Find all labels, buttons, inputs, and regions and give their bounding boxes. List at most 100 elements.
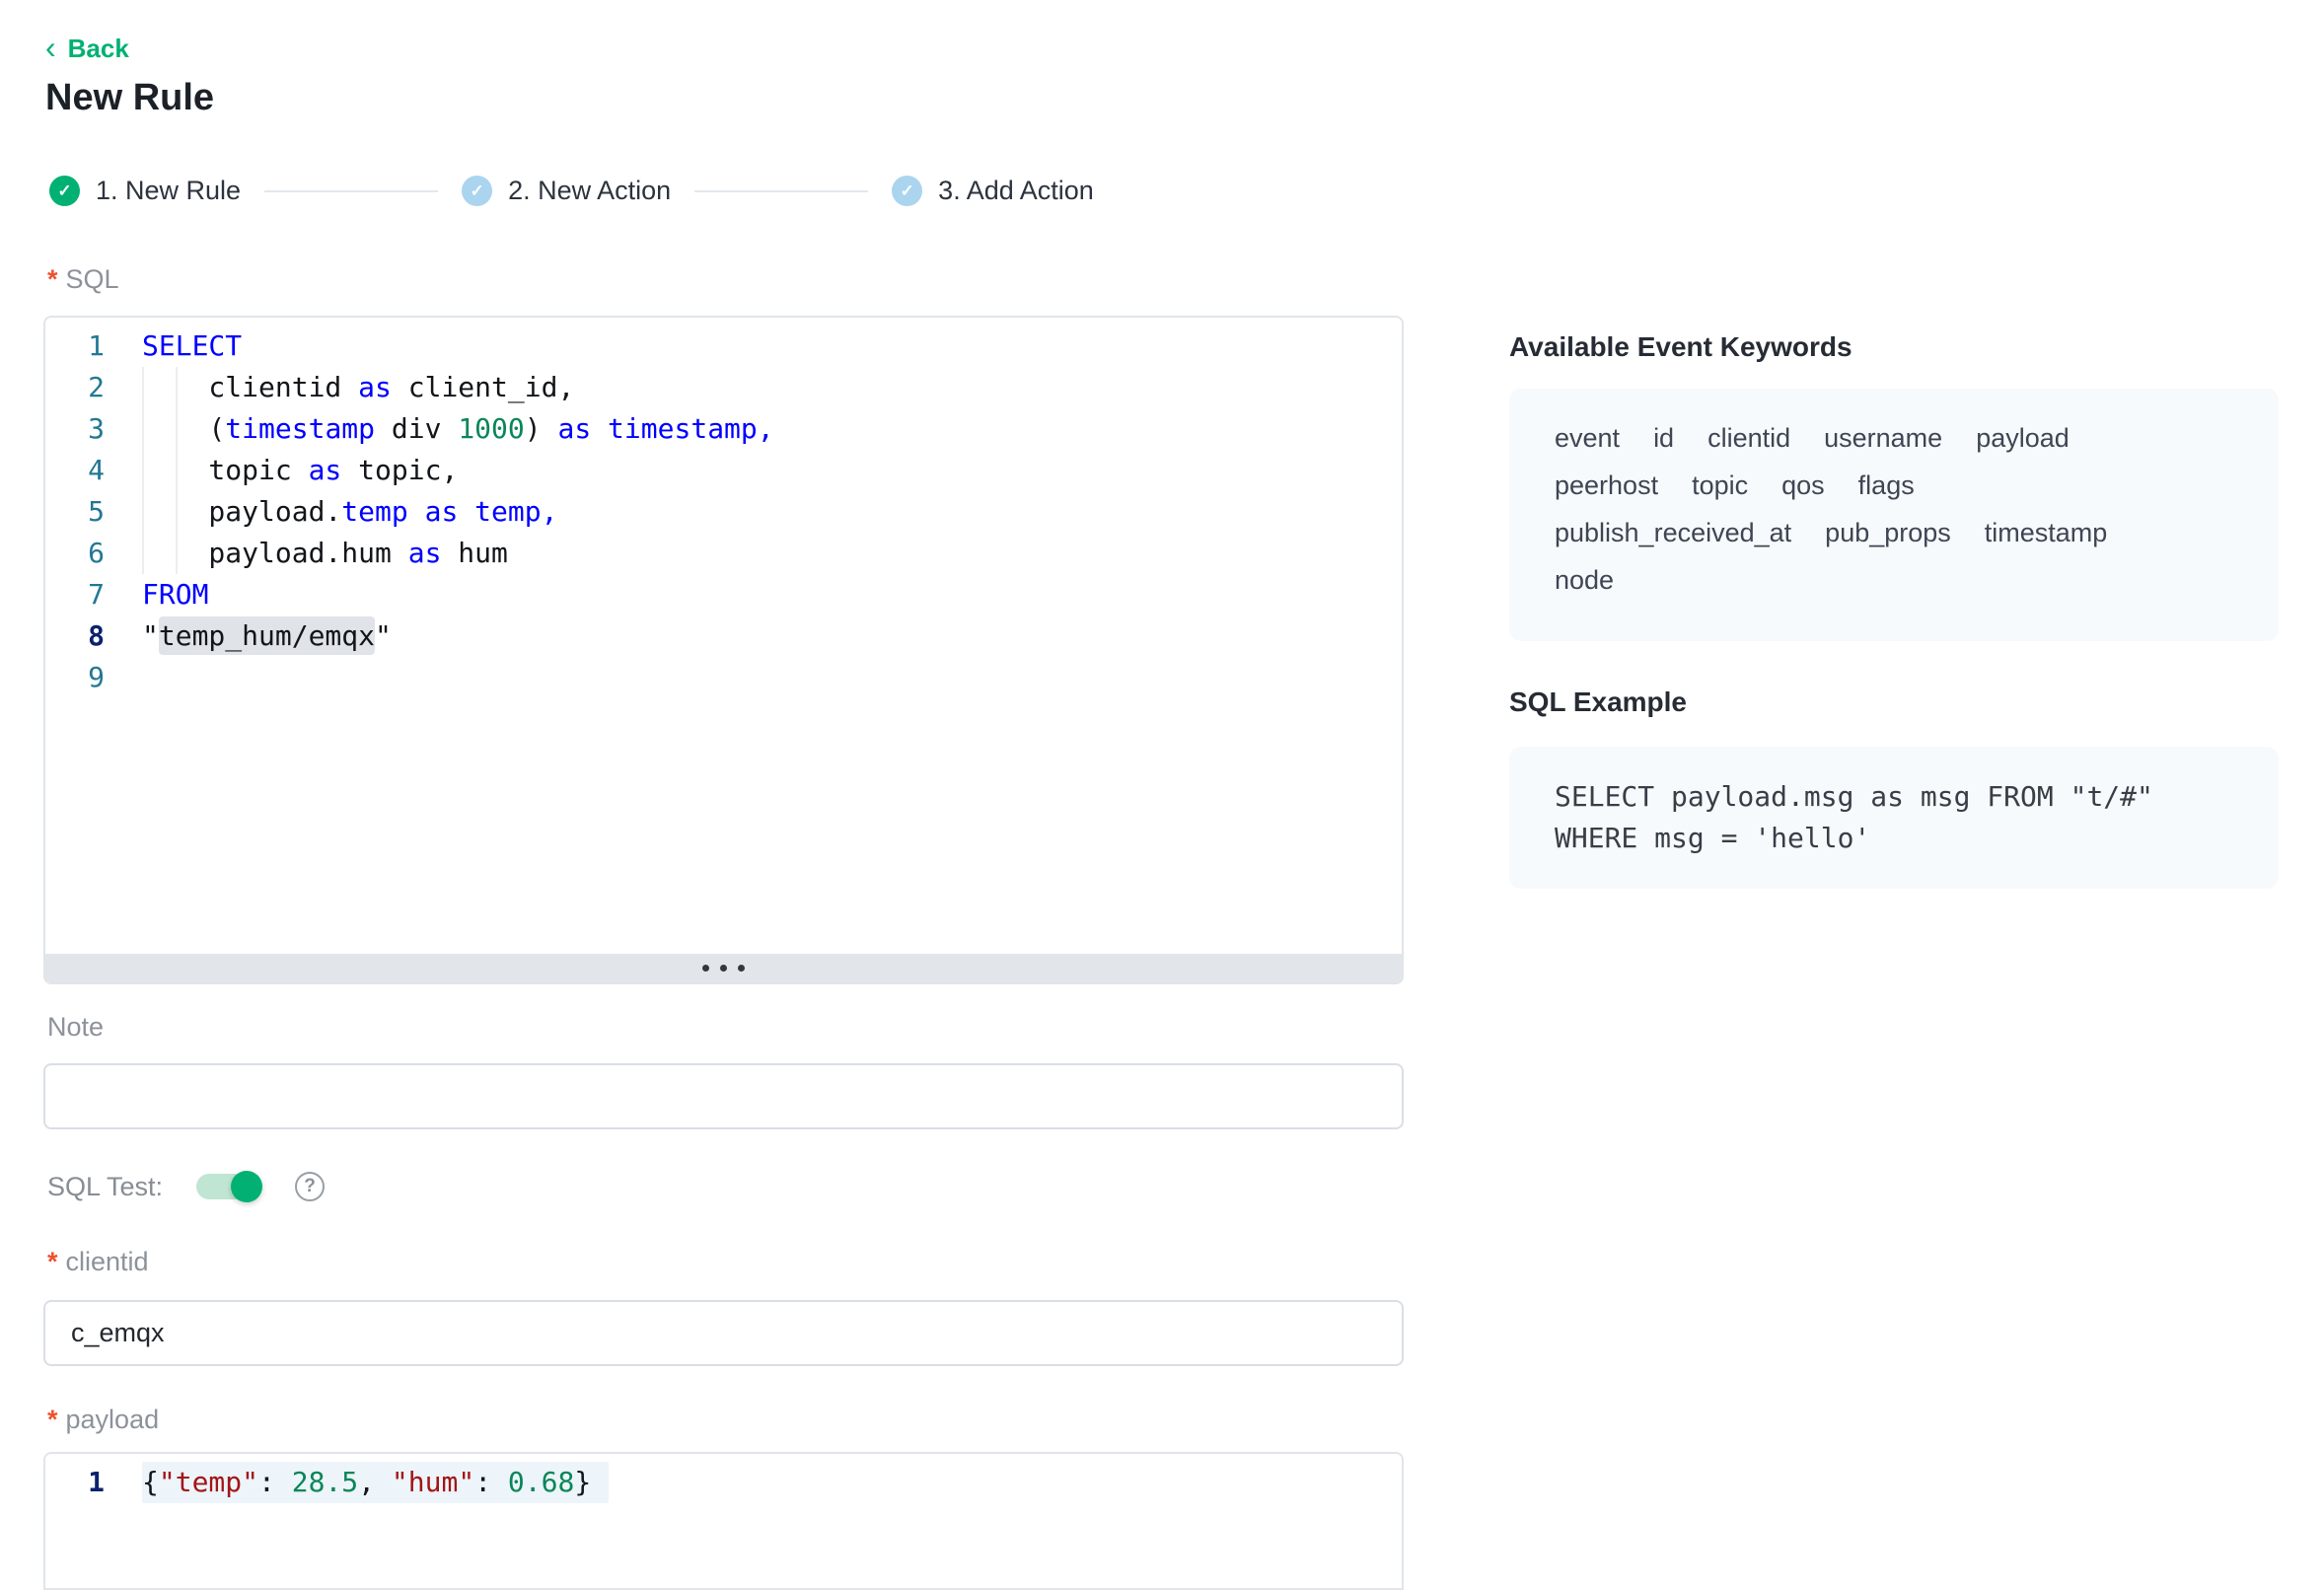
step-label: 2. New Action xyxy=(508,176,671,206)
code-line: 4 topic as topic, xyxy=(45,450,1402,491)
note-label-text: Note xyxy=(47,1012,104,1043)
indent-guide xyxy=(142,367,144,408)
keyword-item: topic xyxy=(1692,462,1748,509)
indent-guide xyxy=(142,450,144,491)
line-number: 4 xyxy=(45,450,105,491)
sql-label-text: SQL xyxy=(66,264,119,295)
help-icon[interactable] xyxy=(295,1172,325,1201)
keyword-item: peerhost xyxy=(1555,462,1658,509)
keyword-item: qos xyxy=(1781,462,1825,509)
keyword-item: clientid xyxy=(1707,414,1790,462)
code-text: payload.temp as temp, xyxy=(142,491,557,533)
indent-guide xyxy=(176,533,178,574)
code-text: SELECT xyxy=(142,325,242,367)
line-number: 2 xyxy=(45,367,105,408)
step-label: 1. New Rule xyxy=(96,176,241,206)
keyword-item: pub_props xyxy=(1825,509,1951,556)
indent-guide xyxy=(176,367,178,408)
line-number: 1 xyxy=(45,1462,105,1503)
step-divider xyxy=(694,190,868,192)
sql-test-label: SQL Test: xyxy=(47,1172,163,1202)
indent-guide xyxy=(176,450,178,491)
keyword-item: id xyxy=(1653,414,1674,462)
keyword-item: payload xyxy=(1976,414,2070,462)
keywords-panel: eventid clientid username payload peerhost to… xyxy=(1509,389,2279,641)
payload-label: * payload xyxy=(47,1405,159,1435)
code-text: topic as topic, xyxy=(142,450,458,491)
clientid-input[interactable] xyxy=(43,1300,1404,1366)
line-number: 6 xyxy=(45,533,105,574)
payload-editor[interactable]: 1 {"temp": 28.5, "hum": 0.68} xyxy=(43,1452,1404,1590)
step-check-icon xyxy=(462,176,492,206)
line-number: 8 xyxy=(45,615,105,657)
payload-editor-content[interactable]: 1 {"temp": 28.5, "hum": 0.68} xyxy=(45,1462,1402,1503)
ellipsis-icon xyxy=(702,965,745,972)
note-input[interactable] xyxy=(43,1063,1404,1129)
code-line: 5 payload.temp as temp, xyxy=(45,491,1402,533)
line-number: 5 xyxy=(45,491,105,533)
required-asterisk: * xyxy=(47,264,58,295)
page-title: New Rule xyxy=(45,77,214,119)
code-line: 1 {"temp": 28.5, "hum": 0.68} xyxy=(45,1462,1402,1503)
indent-guide xyxy=(176,408,178,450)
code-line: 8 "temp_hum/emqx" xyxy=(45,615,1402,657)
keyword-item: event xyxy=(1555,414,1620,462)
note-label: Note xyxy=(47,1012,104,1043)
code-text: (timestamp div 1000) as timestamp, xyxy=(142,408,774,450)
keyword-item: username xyxy=(1824,414,1942,462)
code-text: FROM xyxy=(142,574,208,615)
keyword-row: eventid clientid username payload xyxy=(1555,414,2239,462)
step-item-new-rule: 1. New Rule xyxy=(49,176,241,206)
step-item-add-action: 3. Add Action xyxy=(892,176,1094,206)
back-link[interactable]: ‹ Back xyxy=(45,34,129,64)
code-line: 2 clientid as client_id, xyxy=(45,367,1402,408)
code-line: 1 SELECT xyxy=(45,325,1402,367)
keyword-row: peerhost topic qos flags xyxy=(1555,462,2239,509)
clientid-label: * clientid xyxy=(47,1247,149,1277)
sql-editor[interactable]: 1 SELECT2 clientid as client_id,3 (timest… xyxy=(43,316,1404,984)
code-line: 6 payload.hum as hum xyxy=(45,533,1402,574)
step-check-icon xyxy=(892,176,922,206)
step-divider xyxy=(264,190,438,192)
sql-editor-content[interactable]: 1 SELECT2 clientid as client_id,3 (timest… xyxy=(45,318,1402,954)
payload-label-text: payload xyxy=(66,1405,160,1435)
indent-guide xyxy=(142,408,144,450)
keyword-item: publish_received_at xyxy=(1555,509,1791,556)
sql-label: * SQL xyxy=(47,264,119,295)
code-text: "temp_hum/emqx" xyxy=(142,615,392,657)
sql-test-row: SQL Test: xyxy=(47,1170,325,1203)
sql-example-line: WHERE msg = 'hello' xyxy=(1555,818,2279,859)
code-line: 3 (timestamp div 1000) as timestamp, xyxy=(45,408,1402,450)
sql-example-title: SQL Example xyxy=(1509,687,1687,718)
indent-guide xyxy=(142,491,144,533)
indent-guide xyxy=(142,533,144,574)
line-number: 7 xyxy=(45,574,105,615)
step-item-new-action: 2. New Action xyxy=(462,176,671,206)
sql-example-line: SELECT payload.msg as msg FROM "t/#" xyxy=(1555,776,2279,818)
line-number: 9 xyxy=(45,657,105,698)
step-label: 3. Add Action xyxy=(938,176,1094,206)
toggle-knob xyxy=(231,1171,262,1202)
keywords-title: Available Event Keywords xyxy=(1509,331,1852,363)
clientid-label-text: clientid xyxy=(66,1247,149,1277)
back-label: Back xyxy=(68,34,129,64)
code-text: payload.hum as hum xyxy=(142,533,508,574)
keyword-item: node xyxy=(1555,556,1614,604)
chevron-left-icon: ‹ xyxy=(45,35,56,60)
code-text: {"temp": 28.5, "hum": 0.68} xyxy=(142,1462,609,1503)
step-check-icon xyxy=(49,176,80,206)
indent-guide xyxy=(176,491,178,533)
editor-resize-handle[interactable] xyxy=(45,954,1402,982)
sql-test-toggle[interactable] xyxy=(196,1174,261,1199)
code-line: 9 xyxy=(45,657,1402,698)
required-asterisk: * xyxy=(47,1247,58,1277)
step-wizard: 1. New Rule 2. New Action 3. Add Action xyxy=(49,176,1094,206)
keyword-item: flags xyxy=(1858,462,1915,509)
keyword-row: node xyxy=(1555,556,2239,604)
code-line: 7 FROM xyxy=(45,574,1402,615)
line-number: 3 xyxy=(45,408,105,450)
sql-example-panel: SELECT payload.msg as msg FROM "t/#"WHER… xyxy=(1509,747,2279,889)
required-asterisk: * xyxy=(47,1405,58,1435)
line-number: 1 xyxy=(45,325,105,367)
keyword-item: timestamp xyxy=(1985,509,2108,556)
